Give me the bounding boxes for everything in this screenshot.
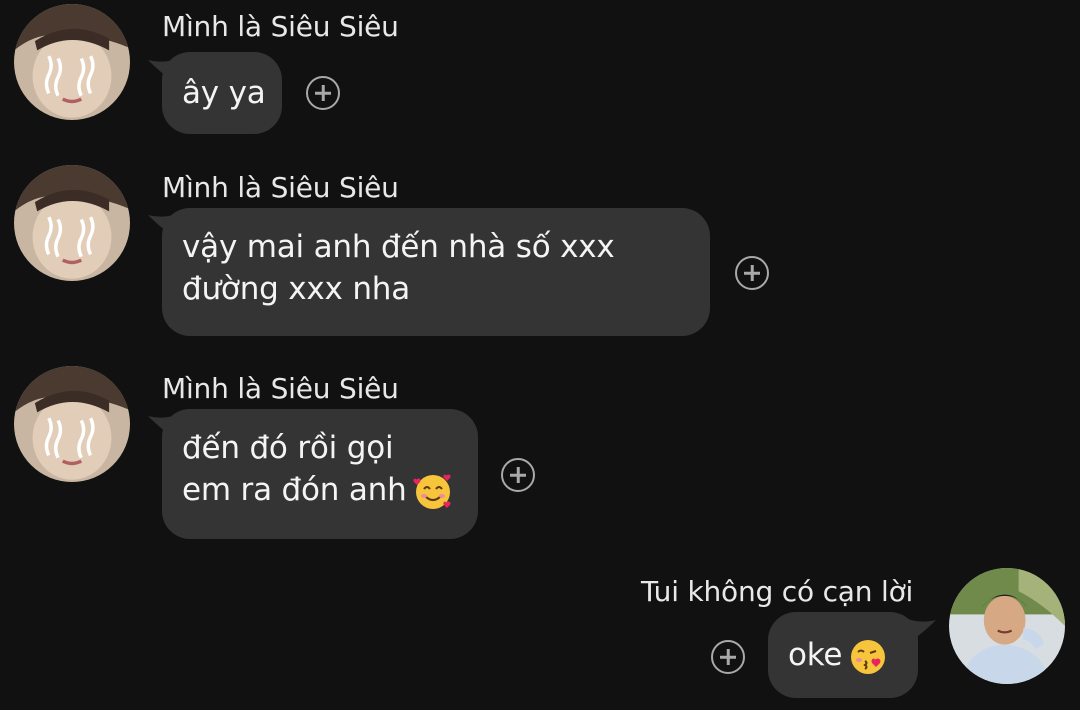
add-reaction-icon[interactable] [501,458,535,492]
add-reaction-icon[interactable] [306,76,340,110]
message-bubble[interactable]: ây ya [162,52,282,134]
own-avatar[interactable] [949,568,1065,684]
bubble-tail [906,618,936,644]
sender-avatar[interactable] [14,4,130,120]
message-text: ây ya [182,75,266,111]
add-reaction-icon[interactable] [735,256,769,290]
message-bubble[interactable]: oke [768,612,918,698]
message-text: oke [788,637,843,673]
message-text: đến đó rồi gọi [182,430,394,466]
sender-name: Mình là Siêu Siêu [162,372,399,405]
face-blowing-kiss-icon [848,637,888,677]
add-reaction-icon[interactable] [711,640,745,674]
message-bubble[interactable]: vậy mai anh đến nhà số xxx đường xxx nha [162,208,710,336]
message-text: em ra đón anh [182,472,407,508]
sender-avatar[interactable] [14,165,130,281]
sender-name: Mình là Siêu Siêu [162,10,399,43]
sender-name: Mình là Siêu Siêu [162,171,399,204]
sender-name: Tui không có cạn lời [641,575,914,608]
message-bubble[interactable]: đến đó rồi gọi em ra đón anh [162,409,478,539]
sender-avatar[interactable] [14,366,130,482]
smiling-face-with-hearts-icon [413,472,453,512]
message-text: vậy mai anh đến nhà số xxx [182,229,615,265]
message-text: đường xxx nha [182,271,411,307]
message-text-with-emoji: oke [788,634,898,677]
message-text-with-emoji: em ra đón anh [182,469,458,512]
